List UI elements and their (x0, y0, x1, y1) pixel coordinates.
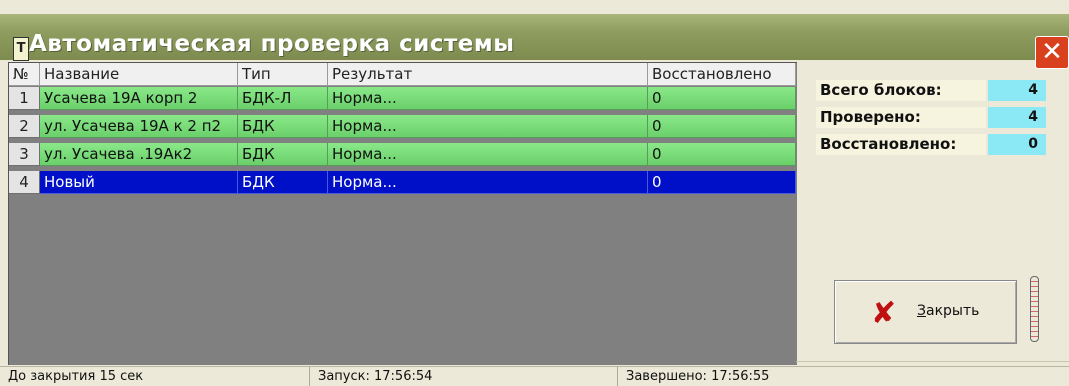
column-header-result[interactable]: Результат (328, 63, 648, 86)
cell-restored[interactable]: 0 (648, 171, 796, 194)
close-button-accelerator: З (917, 303, 926, 319)
row-number: 2 (9, 115, 40, 138)
close-icon[interactable]: ✕ (1035, 36, 1069, 69)
column-header-name[interactable]: Название (40, 63, 238, 86)
row-number: 4 (9, 171, 40, 194)
cell-name[interactable]: ул. Усачева 19А к 2 п2 (40, 115, 238, 138)
table-row[interactable]: 2 ул. Усачева 19А к 2 п2 БДК Норма... 0 (9, 115, 797, 139)
table-row-selected[interactable]: 4 Новый БДК Норма... 0 (9, 171, 797, 195)
results-table[interactable]: № Название Тип Результат Восстановлено 1… (8, 62, 797, 365)
row-number: 1 (9, 87, 40, 110)
cell-type[interactable]: БДК (238, 143, 328, 166)
row-number: 3 (9, 143, 40, 166)
status-bar: До закрытия 15 сек Запуск: 17:56:54 Заве… (0, 366, 1069, 386)
status-start-time: Запуск: 17:56:54 (310, 367, 618, 386)
cell-restored[interactable]: 0 (648, 143, 796, 166)
stat-checked-label: Проверено: (816, 107, 986, 128)
cell-restored[interactable]: 0 (648, 115, 796, 138)
cell-result[interactable]: Норма... (328, 87, 648, 110)
cell-type[interactable]: БДК (238, 171, 328, 194)
status-finish-time: Завершено: 17:56:55 (626, 369, 770, 384)
stat-restored-value: 0 (988, 134, 1046, 155)
resize-handle[interactable] (1030, 276, 1039, 342)
stat-total-blocks: Всего блоков: 4 (808, 80, 1048, 102)
status-countdown: До закрытия 15 сек (0, 367, 310, 386)
column-header-restored[interactable]: Восстановлено (648, 63, 796, 86)
cell-name[interactable]: ул. Усачева .19Ак2 (40, 143, 238, 166)
window-title: Автоматическая проверка системы (29, 31, 515, 57)
app-icon: T (13, 37, 29, 61)
table-row[interactable]: 3 ул. Усачева .19Ак2 БДК Норма... 0 (9, 143, 797, 167)
cell-name[interactable]: Новый (40, 171, 238, 194)
stat-checked: Проверено: 4 (808, 107, 1048, 129)
column-header-number[interactable]: № (9, 63, 40, 86)
cell-result[interactable]: Норма... (328, 115, 648, 138)
divider (796, 361, 1069, 362)
cell-result[interactable]: Норма... (328, 143, 648, 166)
cell-result[interactable]: Норма... (328, 171, 648, 194)
cross-icon: ✘ (871, 296, 897, 331)
stat-restored-label: Восстановлено: (816, 134, 986, 155)
stat-total-value: 4 (988, 80, 1046, 101)
close-button[interactable]: ✘ Закрыть (834, 280, 1017, 344)
title-bar[interactable]: T Автоматическая проверка системы ✕ (0, 14, 1069, 69)
close-button-label-rest: акрыть (925, 303, 980, 319)
cell-type[interactable]: БДК-Л (238, 87, 328, 110)
column-header-type[interactable]: Тип (238, 63, 328, 86)
cell-name[interactable]: Усачева 19А корп 2 (40, 87, 238, 110)
close-button-label: Закрыть (917, 303, 979, 319)
table-header: № Название Тип Результат Восстановлено (9, 63, 797, 87)
stat-total-label: Всего блоков: (816, 80, 986, 101)
stat-checked-value: 4 (988, 107, 1046, 128)
dialog-window: T Автоматическая проверка системы ✕ № На… (0, 0, 1069, 386)
cell-restored[interactable]: 0 (648, 87, 796, 110)
stat-restored: Восстановлено: 0 (808, 134, 1048, 156)
table-row[interactable]: 1 Усачева 19А корп 2 БДК-Л Норма... 0 (9, 87, 797, 111)
cell-type[interactable]: БДК (238, 115, 328, 138)
